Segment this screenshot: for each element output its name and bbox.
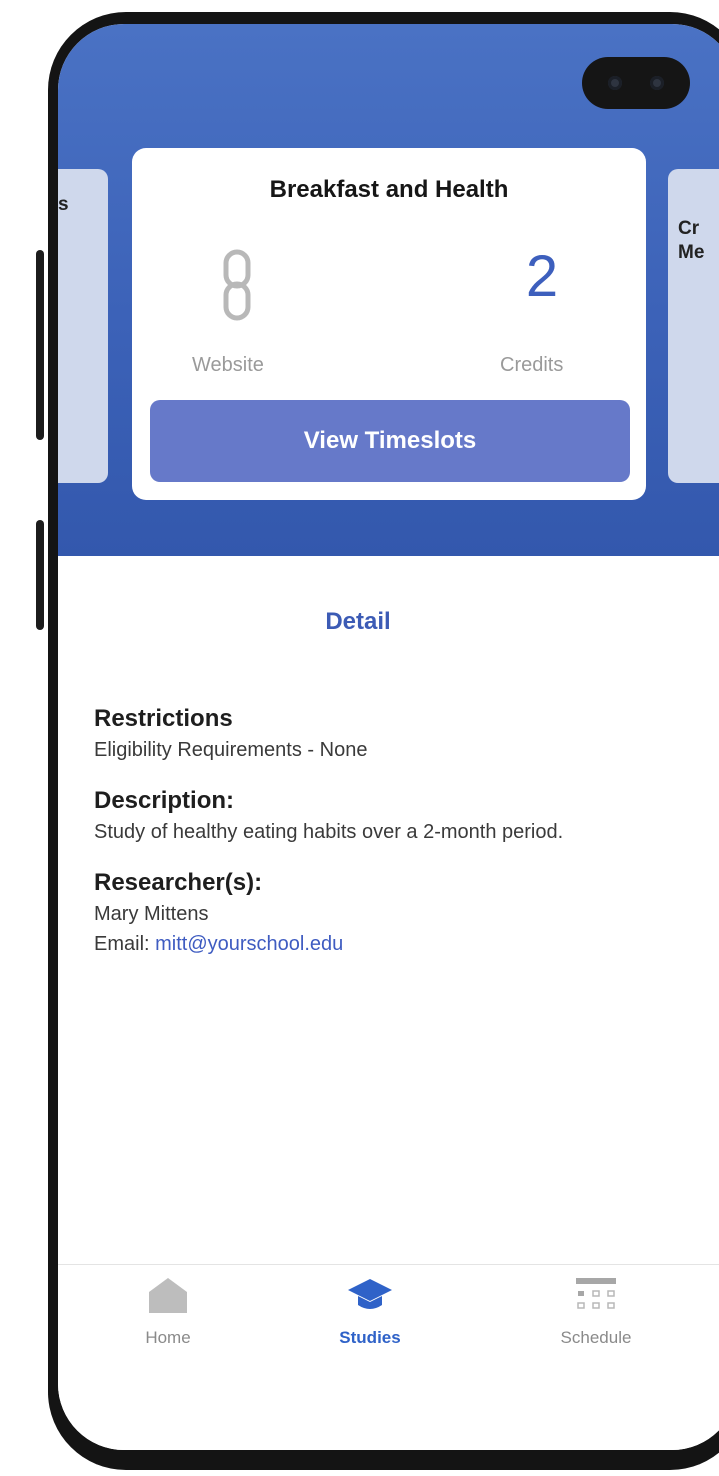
restrictions-section: Restrictions Eligibility Requirements - … <box>94 704 654 764</box>
detail-heading: Detail <box>325 608 391 635</box>
study-type-label: Website <box>192 354 264 376</box>
tab-home-label: Home <box>145 1328 191 1347</box>
credits-label: Credits <box>500 354 564 376</box>
description-text: Study of healthy eating habits over a 2-… <box>94 821 564 843</box>
volume-button <box>36 250 44 440</box>
tab-schedule-label: Schedule <box>560 1328 632 1347</box>
study-title: Breakfast and Health <box>269 176 509 203</box>
next-study-title-line2: Me <box>678 242 705 263</box>
link-icon <box>223 249 251 321</box>
researchers-section: Researcher(s): Mary Mittens Email: mitt@… <box>94 868 654 958</box>
email-label: Email: <box>94 933 156 955</box>
tab-studies-label: Studies <box>339 1328 401 1347</box>
researcher-email-link[interactable]: mitt@yourschool.edu <box>155 933 343 955</box>
camera-lens-icon <box>608 76 622 90</box>
power-button <box>36 520 44 630</box>
study-carousel-header: s Cr Me Breakfast and Health 2 Website C… <box>58 24 719 556</box>
description-heading: Description: <box>94 787 235 814</box>
study-card: Breakfast and Health 2 Website Credits V… <box>132 148 646 500</box>
graduation-cap-icon <box>348 1279 392 1309</box>
previous-study-title: s <box>58 194 69 215</box>
credits-value: 2 <box>525 244 559 309</box>
tab-home[interactable]: Home <box>108 1275 228 1348</box>
previous-study-card[interactable]: s <box>58 169 108 483</box>
view-timeslots-button[interactable]: View Timeslots <box>150 400 630 482</box>
restrictions-heading: Restrictions <box>94 705 233 732</box>
front-camera <box>582 57 690 109</box>
tab-studies[interactable]: Studies <box>310 1275 430 1348</box>
calendar-icon <box>576 1278 616 1309</box>
tab-schedule[interactable]: Schedule <box>536 1275 656 1348</box>
home-icon <box>149 1278 187 1313</box>
next-study-title-line1: Cr <box>678 218 700 239</box>
researcher-email-line: Email: mitt@yourschool.edu <box>94 930 654 958</box>
restrictions-text: Eligibility Requirements - None <box>94 739 368 761</box>
researcher-name: Mary Mittens <box>94 903 209 925</box>
description-section: Description: Study of healthy eating hab… <box>94 786 654 846</box>
next-study-card[interactable]: Cr Me <box>668 169 719 483</box>
bottom-tab-bar: Home Studies Schedule <box>58 1264 719 1450</box>
camera-lens-icon <box>650 76 664 90</box>
study-detail-content: Restrictions Eligibility Requirements - … <box>94 704 654 980</box>
app-screen: s Cr Me Breakfast and Health 2 Website C… <box>58 24 719 1450</box>
next-study-title: Cr Me <box>678 217 704 265</box>
researchers-heading: Researcher(s): <box>94 869 263 896</box>
